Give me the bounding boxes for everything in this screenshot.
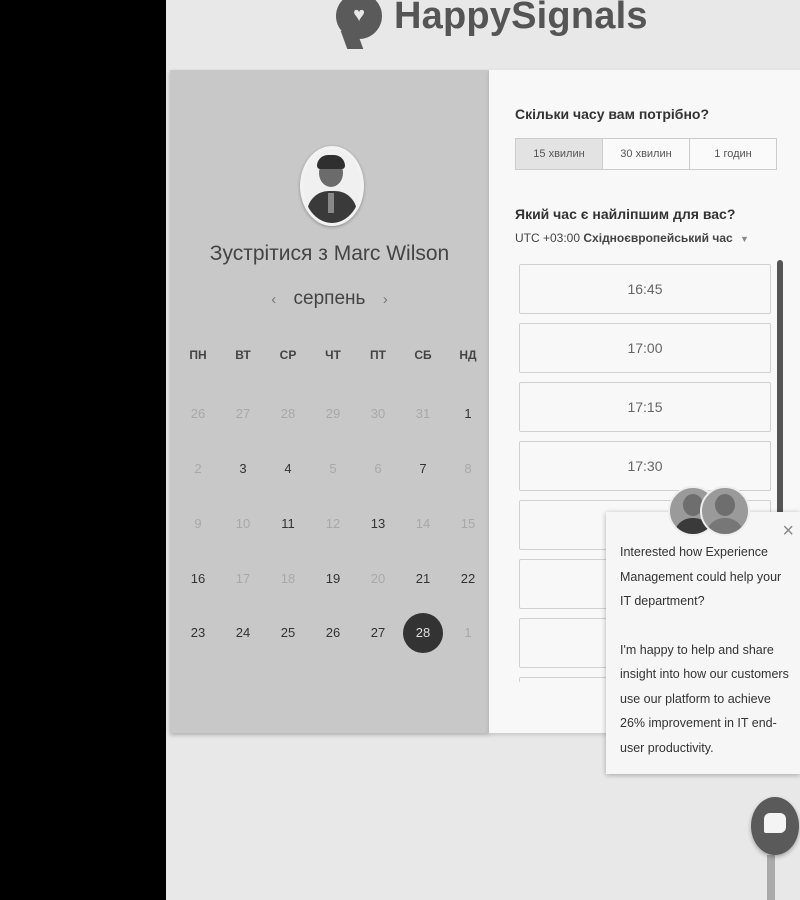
logo-heart-bubble-icon: ♥ <box>336 0 382 39</box>
time-slot-button[interactable]: 17:15 <box>519 382 771 432</box>
time-slot-button[interactable]: 16:45 <box>519 264 771 314</box>
calendar-day[interactable]: 25 <box>268 613 308 653</box>
duration-question: Скільки часу вам потрібно? <box>515 106 710 122</box>
chat-agent-avatars <box>668 486 750 536</box>
calendar-day: 27 <box>235 406 251 421</box>
chat-bubble-icon <box>764 813 786 833</box>
calendar-day: 10 <box>235 516 251 531</box>
chat-launcher-button[interactable] <box>751 797 799 855</box>
calendar-day[interactable]: 27 <box>358 613 398 653</box>
calendar-day[interactable]: 4 <box>268 449 308 489</box>
time-slot-button[interactable]: 17:00 <box>519 323 771 373</box>
calendar-day: 6 <box>374 461 382 476</box>
calendar-day[interactable]: 26 <box>313 613 353 653</box>
brand-name: HappySignals <box>394 0 648 37</box>
calendar-day: 26 <box>190 406 206 421</box>
calendar-day[interactable]: 22 <box>448 559 488 599</box>
calendar-day: 9 <box>194 516 202 531</box>
duration-option[interactable]: 30 хвилин <box>603 139 690 169</box>
scheduling-page: ♥ HappySignals Зустрітися з Marc Wilson … <box>166 0 800 900</box>
happysignals-logo: ♥ HappySignals <box>336 0 648 46</box>
calendar-day: 30 <box>370 406 386 421</box>
agent-avatar <box>700 486 750 536</box>
calendar-day: 18 <box>280 571 296 586</box>
calendar-day: 1 <box>464 625 472 640</box>
calendar-day[interactable]: 13 <box>358 504 398 544</box>
timezone-offset: UTC +03:00 <box>515 231 581 245</box>
duration-selector: 15 хвилин 30 хвилин 1 годин <box>515 138 777 170</box>
chevron-down-icon: ▼ <box>740 234 749 244</box>
calendar-days-grid: 26 27 28 29 30 31 1 2 3 4 5 6 7 8 9 10 11 12 13 14 15 16 17 18 1… <box>170 70 489 733</box>
calendar-day-selected[interactable]: 28 <box>403 613 443 653</box>
calendar-day: 2 <box>194 461 202 476</box>
time-slot-button[interactable]: 17:30 <box>519 441 771 491</box>
calendar-day[interactable]: 11 <box>268 504 308 544</box>
calendar-day: 14 <box>415 516 431 531</box>
calendar-day[interactable]: 23 <box>178 613 218 653</box>
calendar-day: 28 <box>280 406 296 421</box>
calendar-day[interactable]: 3 <box>223 449 263 489</box>
calendar-day[interactable]: 1 <box>448 394 488 434</box>
calendar-day: 5 <box>329 461 337 476</box>
calendar-day: 31 <box>415 406 431 421</box>
chat-message-line-2: I'm happy to help and share insight into… <box>620 642 789 755</box>
calendar-day[interactable]: 21 <box>403 559 443 599</box>
chat-message-line-1: Interested how Experience Management cou… <box>620 545 782 608</box>
calendar-day: 20 <box>370 571 386 586</box>
calendar-day[interactable]: 19 <box>313 559 353 599</box>
timezone-dropdown[interactable]: UTC +03:00 Східноєвропейський час ▼ <box>515 231 749 245</box>
calendar-day[interactable]: 24 <box>223 613 263 653</box>
launcher-shadow <box>767 855 775 900</box>
duration-option[interactable]: 1 годин <box>690 139 776 169</box>
calendar-day: 12 <box>325 516 341 531</box>
calendar-day: 17 <box>235 571 251 586</box>
duration-option[interactable]: 15 хвилин <box>516 139 603 169</box>
calendar-day[interactable]: 16 <box>178 559 218 599</box>
calendar-day: 15 <box>460 516 476 531</box>
chat-message: Interested how Experience Management cou… <box>620 540 790 784</box>
calendar-panel: Зустрітися з Marc Wilson ‹ серпень › ПН В… <box>170 70 489 733</box>
calendar-day: 29 <box>325 406 341 421</box>
calendar-day: 8 <box>464 461 472 476</box>
calendar-day[interactable]: 7 <box>403 449 443 489</box>
timezone-name: Східноєвропейський час <box>583 231 733 245</box>
chat-popup: × Interested how Experience Management c… <box>606 512 800 774</box>
time-question: Який час є найліпшим для вас? <box>515 206 736 222</box>
